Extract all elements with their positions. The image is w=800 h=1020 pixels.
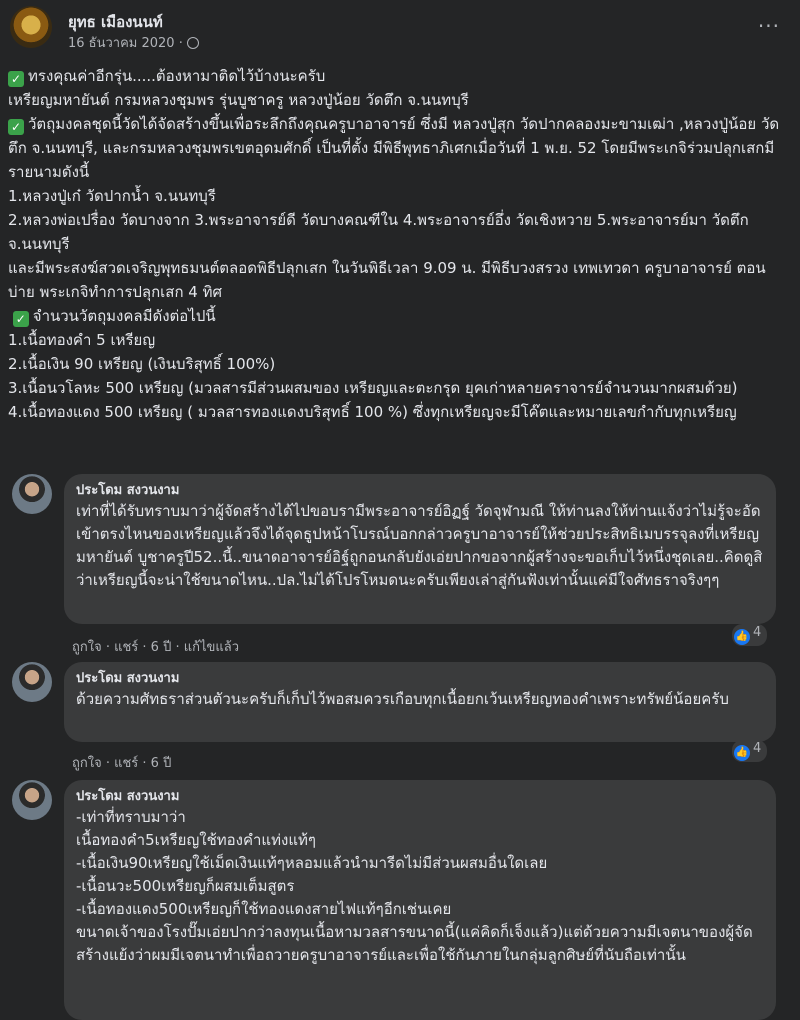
comment-line: -เนื้อนวะ500เหรียญก็ผสมเต็มสูตร <box>76 877 295 895</box>
more-options-icon[interactable]: ··· <box>758 14 780 38</box>
like-icon: 👍 <box>734 745 750 761</box>
reaction-count[interactable]: 👍 4 <box>732 740 768 762</box>
comment: ประโดม สงวนงาม -เท่าที่ทราบมาว่า เนื้อทอ… <box>12 780 792 1020</box>
post-line: และมีพระสงฆ์สวดเจริญพุทธมนต์ตลอดพิธีปลุก… <box>8 259 766 301</box>
author-avatar[interactable] <box>10 6 52 48</box>
author-name[interactable]: ยุทธ เมืองนนท์ <box>68 10 163 34</box>
comment-line: ขนาดเจ้าของโรงปั๊มเอ่ยปากว่าลงทุนเนื้อหา… <box>76 923 753 964</box>
post-line: 4.เนื้อทองแดง 500 เหรียญ ( มวลสารทองแดงบ… <box>8 403 737 421</box>
post-date-text[interactable]: 16 ธันวาคม 2020 · <box>68 36 183 51</box>
post-line: ✓ จำนวนวัตถุมงคลมีดังต่อไปนี้ <box>8 304 792 328</box>
commenter-avatar[interactable] <box>12 662 52 702</box>
comment-line: -เนื้อเงิน90เหรียญใช้เม็ดเงินแท้ๆหลอมแล้… <box>76 854 548 872</box>
commenter-name[interactable]: ประโดม สงวนงาม <box>76 482 764 500</box>
post-header: ยุทธ เมืองนนท์ 16 ธันวาคม 2020 · ··· <box>10 6 790 52</box>
post-line: ✓ ทรงคุณค่าอีกรุ่น.....ต้องหามาติดไว้บ้าง… <box>8 64 792 88</box>
post-line: 1.หลวงปู่เก๋ วัดปากน้ำ จ.นนทบุรี <box>8 187 216 205</box>
post-line: 2.หลวงพ่อเปรื่อง วัดบางจาก 3.พระอาจารย์ด… <box>8 211 749 253</box>
comment-bubble: ประโดม สงวนงาม -เท่าที่ทราบมาว่า เนื้อทอ… <box>64 780 776 1020</box>
check-mark-icon: ✓ <box>8 71 24 87</box>
check-mark-icon: ✓ <box>12 311 29 327</box>
post-line: 2.เนื้อเงิน 90 เหรียญ (เงินบริสุทธิ์ 100… <box>8 355 276 373</box>
comment-bubble: ประโดม สงวนงาม เท่าที่ได้รับทราบมาว่าผู้… <box>64 474 776 624</box>
comment-line: -เท่าที่ทราบมาว่า <box>76 808 186 826</box>
post-date[interactable]: 16 ธันวาคม 2020 · <box>68 32 199 53</box>
comment-text: ด้วยความศัทธราส่วนตัวนะครับก็เก็บไว้พอสม… <box>76 690 729 708</box>
check-mark-icon: ✓ <box>8 119 24 135</box>
comment-text: เท่าที่ได้รับทราบมาว่าผู้จัดสร้างได้ไปขอ… <box>76 502 763 589</box>
commenter-avatar[interactable] <box>12 780 52 820</box>
commenter-name[interactable]: ประโดม สงวนงาม <box>76 788 764 806</box>
comment-actions[interactable]: ถูกใจ · แชร์ · 6 ปี · แก้ไขแล้ว <box>72 636 239 657</box>
comment-bubble: ประโดม สงวนงาม ด้วยความศัทธราส่วนตัวนะคร… <box>64 662 776 742</box>
comment: ประโดม สงวนงาม ด้วยความศัทธราส่วนตัวนะคร… <box>12 662 792 772</box>
comment: ประโดม สงวนงาม เท่าที่ได้รับทราบมาว่าผู้… <box>12 474 792 657</box>
commenter-avatar[interactable] <box>12 474 52 514</box>
globe-icon <box>186 37 199 49</box>
comment-actions[interactable]: ถูกใจ · แชร์ · 6 ปี <box>72 752 171 773</box>
comment-line: -เนื้อทองแดง500เหรียญก็ใช้ทองแดงสายไฟแท้… <box>76 900 452 918</box>
post-line: ✓ วัตถุมงคลชุดนี้วัดได้จัดสร้างขึ้นเพื่อร… <box>8 115 780 181</box>
post-line: 1.เนื้อทองคำ 5 เหรียญ <box>8 331 156 349</box>
post-body: ✓ ทรงคุณค่าอีกรุ่น.....ต้องหามาติดไว้บ้าง… <box>8 64 792 424</box>
commenter-name[interactable]: ประโดม สงวนงาม <box>76 670 764 688</box>
reaction-count[interactable]: 👍 4 <box>732 624 768 646</box>
comment-line: เนื้อทองคำ5เหรียญใช้ทองคำแท่งแท้ๆ <box>76 831 316 849</box>
like-icon: 👍 <box>734 629 750 645</box>
post-line: 3.เนื้อนวโลหะ 500 เหรียญ (มวลสารมีส่วนผส… <box>8 379 738 397</box>
post-line: เหรียญมหายันต์ กรมหลวงชุมพร รุ่นบูชาครู … <box>8 91 469 109</box>
